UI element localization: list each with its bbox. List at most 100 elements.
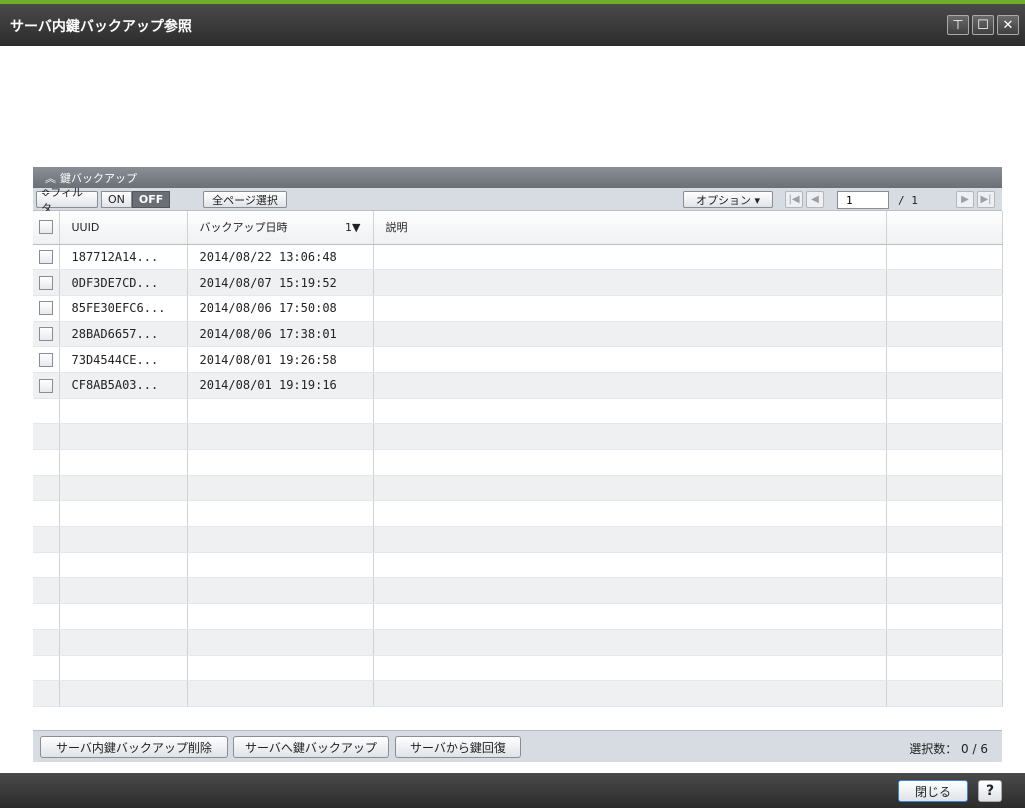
cell-desc (373, 423, 887, 450)
cell-date: 2014/08/01 19:19:16 (187, 372, 374, 399)
next-page-icon[interactable]: ▶ (956, 191, 974, 208)
row-spacer-cell (886, 475, 1003, 502)
select-all-pages-button[interactable]: 全ページ選択 (203, 191, 287, 208)
header-checkbox-cell (33, 211, 60, 245)
page-number-input[interactable] (837, 191, 889, 209)
cell-desc (373, 500, 887, 528)
cell-desc (373, 629, 887, 656)
maximize-icon[interactable]: ☐ (972, 15, 994, 35)
header-backup-date[interactable]: バックアップ日時 1▼ (187, 211, 374, 245)
row-checkbox[interactable] (38, 275, 53, 290)
key-backup-panel: ︽ 鍵バックアップ ≎フィルタ ON OFF 全ページ選択 オプション ▾ |◀… (33, 167, 1003, 765)
row-checkbox[interactable] (38, 301, 53, 316)
table-row[interactable]: 85FE30EFC6... 2014/08/06 17:50:08 (33, 295, 1003, 322)
select-all-checkbox[interactable] (38, 220, 53, 235)
cell-uuid: 28BAD6657... (59, 321, 188, 348)
row-checkbox-cell (33, 372, 60, 399)
row-checkbox[interactable] (38, 352, 53, 367)
cell-desc (373, 449, 887, 476)
delete-backup-button[interactable]: サーバ内鍵バックアップ削除 (40, 736, 228, 758)
table-row[interactable]: 0DF3DE7CD... 2014/08/07 15:19:52 (33, 269, 1003, 296)
cell-date (187, 680, 374, 707)
dialog-bottom-bar: 閉じる ? (0, 773, 1025, 808)
panel-header[interactable]: ︽ 鍵バックアップ (33, 167, 1002, 188)
page-total: / 1 (898, 194, 918, 207)
cell-uuid (59, 655, 188, 682)
cell-uuid: 73D4544CE... (59, 346, 188, 373)
row-checkbox-cell (33, 680, 60, 707)
pin-icon[interactable]: ⊤ (947, 15, 969, 35)
cell-date (187, 603, 374, 630)
row-spacer-cell (886, 629, 1003, 656)
table-row[interactable]: 73D4544CE... 2014/08/01 19:26:58 (33, 346, 1003, 373)
row-spacer-cell (886, 500, 1003, 528)
filter-button[interactable]: ≎フィルタ (36, 186, 98, 215)
row-spacer-cell (886, 346, 1003, 373)
cell-desc (373, 552, 887, 579)
cell-uuid (59, 526, 188, 553)
close-button[interactable]: 閉じる (898, 780, 968, 802)
sort-desc-icon: 1▼ (345, 221, 361, 234)
cell-desc (373, 372, 887, 399)
cell-uuid (59, 398, 188, 425)
row-checkbox-cell (33, 321, 60, 348)
last-page-icon[interactable]: ▶| (977, 191, 995, 208)
row-checkbox[interactable] (38, 378, 53, 393)
cell-date: 2014/08/06 17:50:08 (187, 295, 374, 322)
table-row (33, 577, 1003, 605)
key-backup-table: UUID バックアップ日時 1▼ 説明 187712A14... 2014/08/… (33, 211, 1003, 707)
cell-date (187, 655, 374, 682)
cell-date (187, 526, 374, 553)
table-row (33, 500, 1003, 528)
table-row (33, 680, 1003, 707)
cell-desc (373, 603, 887, 630)
row-checkbox-cell (33, 655, 60, 682)
filter-on-toggle[interactable]: ON (101, 191, 132, 208)
restore-from-server-button[interactable]: サーバから鍵回復 (395, 736, 521, 758)
filter-toggle[interactable]: ON OFF (101, 191, 171, 208)
table-toolbar: ≎フィルタ ON OFF 全ページ選択 オプション ▾ |◀ ◀ / 1 ▶ ▶… (33, 186, 1002, 215)
table-row (33, 449, 1003, 476)
first-page-icon[interactable]: |◀ (785, 191, 803, 208)
table-body: 187712A14... 2014/08/22 13:06:48 0DF3DE7CD… (33, 244, 1003, 707)
help-button[interactable]: ? (978, 780, 1002, 802)
close-icon[interactable]: ✕ (997, 15, 1019, 35)
header-description[interactable]: 説明 (373, 211, 887, 245)
table-row[interactable]: 28BAD6657... 2014/08/06 17:38:01 (33, 321, 1003, 348)
row-checkbox[interactable] (38, 327, 53, 342)
header-backup-date-label: バックアップ日時 (199, 221, 288, 235)
cell-desc (373, 655, 887, 682)
cell-uuid (59, 603, 188, 630)
options-button[interactable]: オプション ▾ (683, 191, 773, 208)
header-uuid[interactable]: UUID (59, 211, 188, 245)
row-checkbox-cell (33, 346, 60, 373)
cell-date (187, 629, 374, 656)
cell-desc (373, 398, 887, 425)
row-checkbox[interactable] (38, 250, 53, 265)
table-row (33, 552, 1003, 579)
table-row[interactable]: CF8AB5A03... 2014/08/01 19:19:16 (33, 372, 1003, 399)
table-row[interactable]: 187712A14... 2014/08/22 13:06:48 (33, 244, 1003, 271)
cell-uuid (59, 449, 188, 476)
cell-uuid (59, 423, 188, 450)
cell-desc (373, 346, 887, 373)
filter-off-toggle[interactable]: OFF (131, 191, 171, 208)
cell-date (187, 552, 374, 579)
table-row (33, 398, 1003, 425)
row-spacer-cell (886, 449, 1003, 476)
row-spacer-cell (886, 244, 1003, 271)
backup-to-server-button[interactable]: サーバへ鍵バックアップ (233, 736, 389, 758)
cell-desc (373, 680, 887, 707)
cell-desc (373, 295, 887, 322)
row-spacer-cell (886, 680, 1003, 707)
row-checkbox-cell (33, 398, 60, 425)
row-spacer-cell (886, 295, 1003, 322)
row-checkbox-cell (33, 500, 60, 528)
cell-date (187, 500, 374, 528)
row-spacer-cell (886, 398, 1003, 425)
cell-uuid: 187712A14... (59, 244, 188, 271)
cell-uuid (59, 680, 188, 707)
prev-page-icon[interactable]: ◀ (806, 191, 824, 208)
row-checkbox-cell (33, 526, 60, 553)
row-spacer-cell (886, 372, 1003, 399)
